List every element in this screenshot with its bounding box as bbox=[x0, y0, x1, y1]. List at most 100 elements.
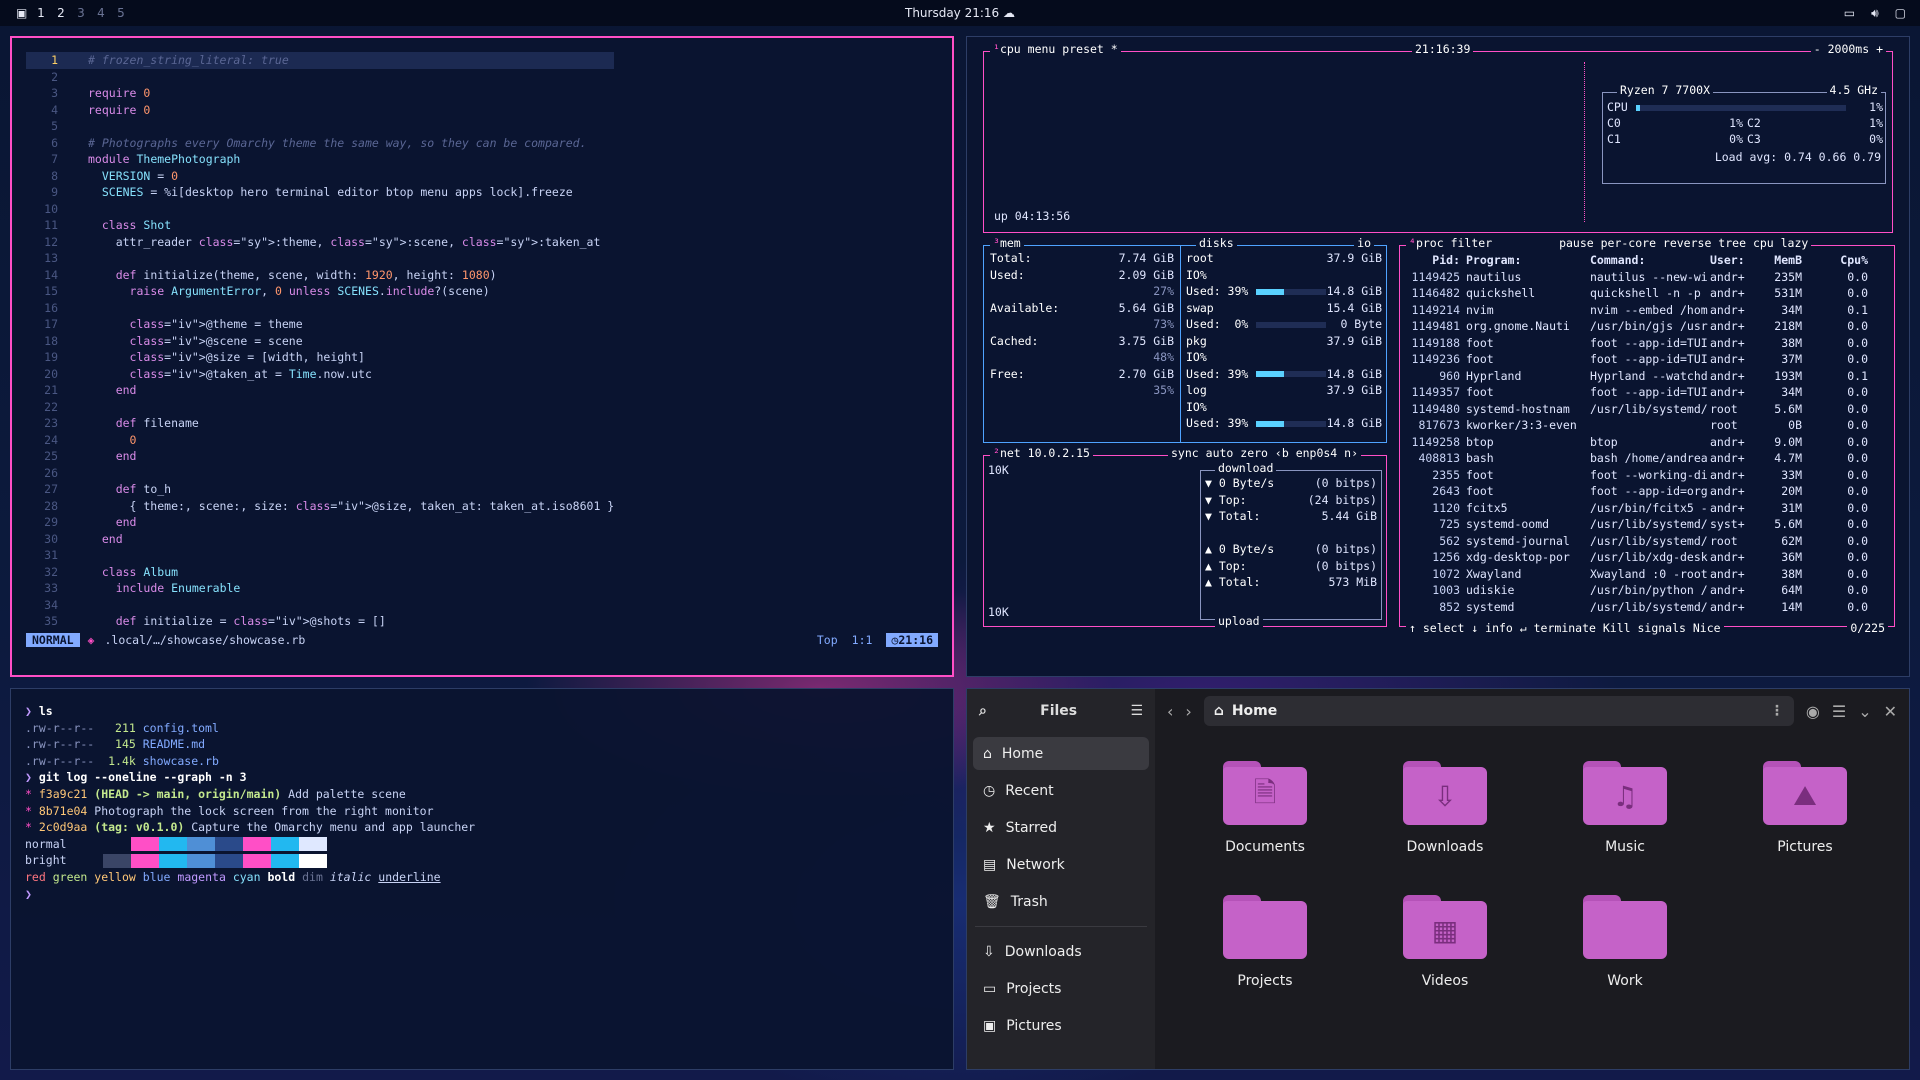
table-row[interactable]: 725 systemd-oomd/usr/lib/systemd/s syst+ 5.… bbox=[1404, 516, 1888, 533]
table-row[interactable]: 562 systemd-journal/usr/lib/systemd/s root… bbox=[1404, 533, 1888, 550]
process-table[interactable]: Pid: Program: Command: User: MemB Cpu% 1149425… bbox=[1404, 252, 1888, 615]
table-row[interactable]: 852 systemd/usr/lib/systemd/s andr+ 14M 0.0 bbox=[1404, 599, 1888, 616]
table-row[interactable]: 1149258 btop btop andr+ 9.0M 0.0 bbox=[1404, 434, 1888, 451]
code-line[interactable]: 4 require 0 bbox=[26, 102, 614, 119]
code-line[interactable]: 1 # frozen_string_literal: true bbox=[26, 52, 615, 69]
code-line[interactable]: 21 end bbox=[26, 382, 614, 399]
code-line[interactable]: 17 class="iv">@theme = theme bbox=[26, 316, 614, 333]
table-row[interactable]: 960 Hyprland Hyprland --watchdo andr+ 193M 0.… bbox=[1404, 368, 1888, 385]
code-line[interactable]: 2 bbox=[26, 69, 614, 86]
code-line[interactable]: 26 bbox=[26, 465, 614, 482]
folder-downloads[interactable]: ⇩ Downloads bbox=[1355, 761, 1535, 855]
terminal-window[interactable]: ❯ ls .rw-r--r-- 211 config.toml .rw-r--r--… bbox=[10, 688, 954, 1070]
sidebar-item-recent[interactable]: ◷ Recent bbox=[973, 774, 1149, 807]
table-row[interactable]: 1149480 systemd-hostnam/usr/lib/systemd/s… bbox=[1404, 401, 1888, 418]
table-row[interactable]: 1149214 nvim nvim --embed /home andr+ 34M 0.1 bbox=[1404, 302, 1888, 319]
search-icon[interactable]: ⌕ bbox=[979, 703, 987, 719]
location-bar[interactable]: ⌂ Home ⋮ bbox=[1203, 696, 1794, 726]
workspace-3[interactable]: 3 bbox=[76, 6, 86, 20]
app-menu-icon[interactable]: ▣ bbox=[16, 6, 27, 20]
code-line[interactable]: 19 class="iv">@size = [width, height] bbox=[26, 349, 614, 366]
code-line[interactable]: 29 end bbox=[26, 514, 614, 531]
code-line[interactable]: 8 VERSION = 0 bbox=[26, 168, 614, 185]
folder-projects[interactable]: Projects bbox=[1175, 895, 1355, 989]
table-row[interactable]: 408813 bash bash /home/andreas andr+ 4.7M 0.0 bbox=[1404, 450, 1888, 467]
folder-documents[interactable]: 🗎︎ Documents bbox=[1175, 761, 1355, 855]
sidebar-item-network[interactable]: ▤ Network bbox=[973, 848, 1149, 881]
menu-icon[interactable]: ☰ bbox=[1130, 703, 1143, 719]
bookmark-projects[interactable]: ▭ Projects bbox=[973, 972, 1149, 1005]
forward-icon[interactable]: › bbox=[1185, 702, 1191, 721]
monitor-icon[interactable]: ▢ bbox=[1895, 6, 1906, 21]
code-line[interactable]: 31 bbox=[26, 547, 614, 564]
code-line[interactable]: 32 class Album bbox=[26, 564, 614, 581]
code-line[interactable]: 10 bbox=[26, 201, 614, 218]
table-row[interactable]: 817673 kworker/3:3-even root 0B 0.0 bbox=[1404, 417, 1888, 434]
code-line[interactable]: 7 module ThemePhotograph bbox=[26, 151, 614, 168]
btop-window[interactable]: ¹cpu menu preset * 21:16:39 - 2000ms + u… bbox=[966, 36, 1910, 677]
code-line[interactable]: 15 raise ArgumentError, 0 unless SCENES.… bbox=[26, 283, 614, 300]
list-view-icon[interactable]: ☰ bbox=[1832, 702, 1846, 721]
volume-icon[interactable]: 🔊︎ bbox=[1871, 6, 1879, 21]
code-line[interactable]: 25 end bbox=[26, 448, 614, 465]
camera-icon[interactable]: ◉ bbox=[1806, 702, 1820, 721]
display-icon[interactable]: ▭ bbox=[1844, 6, 1855, 21]
folder-pictures[interactable]: ⛰︎ Pictures bbox=[1715, 761, 1895, 855]
chevron-down-icon[interactable]: ⌄ bbox=[1858, 702, 1871, 721]
code-line[interactable]: 28 { theme:, scene:, size: class="iv">@s… bbox=[26, 498, 614, 515]
code-line[interactable]: 23 def filename bbox=[26, 415, 614, 432]
code-line[interactable]: 27 def to_h bbox=[26, 481, 614, 498]
code-line[interactable]: 18 class="iv">@scene = scene bbox=[26, 333, 614, 350]
code-line[interactable]: 33 include Enumerable bbox=[26, 580, 614, 597]
folder-work[interactable]: Work bbox=[1535, 895, 1715, 989]
code-line[interactable]: 24 0 bbox=[26, 432, 614, 449]
bookmark-downloads[interactable]: ⇩ Downloads bbox=[973, 935, 1149, 968]
code-line[interactable]: 11 class Shot bbox=[26, 217, 614, 234]
workspace-4[interactable]: 4 bbox=[96, 6, 106, 20]
editor-window[interactable]: 1 # frozen_string_literal: true 2 3 require … bbox=[10, 36, 954, 677]
folder-videos[interactable]: ▦ Videos bbox=[1355, 895, 1535, 989]
table-row[interactable]: 1149236 foot foot --app-id=TUI. andr+ 37M 0.0 bbox=[1404, 351, 1888, 368]
table-row[interactable]: 1149425 nautilus nautilus --new-win andr+ 23… bbox=[1404, 269, 1888, 286]
table-row[interactable]: 1120 fcitx5/usr/bin/fcitx5 -- andr+ 31M 0.0 bbox=[1404, 500, 1888, 517]
close-icon[interactable]: ✕ bbox=[1884, 702, 1897, 721]
back-icon[interactable]: ‹ bbox=[1167, 702, 1173, 721]
workspace-2[interactable]: 2 bbox=[56, 6, 66, 20]
table-row[interactable]: 2355 foot foot --working-dir andr+ 33M 0.0 bbox=[1404, 467, 1888, 484]
code-line[interactable]: 30 end bbox=[26, 531, 614, 548]
code-line[interactable]: 6 # Photographs every Omarchy theme the s… bbox=[26, 135, 614, 152]
files-window[interactable]: ⌕ Files ☰ ⌂ Home ◷ Recent ★ Starred ▤ Networ… bbox=[966, 688, 1910, 1070]
code-line[interactable]: 9 SCENES = %i[desktop hero terminal edit… bbox=[26, 184, 614, 201]
workspace-1[interactable]: 1 bbox=[36, 6, 46, 20]
io-toggle[interactable]: io bbox=[1354, 236, 1374, 250]
more-icon[interactable]: ⋮ bbox=[1770, 703, 1784, 719]
clock-text[interactable]: Thursday 21:16 bbox=[905, 6, 999, 20]
terminal-output[interactable]: ❯ ls .rw-r--r-- 211 config.toml .rw-r--r--… bbox=[25, 703, 475, 902]
table-row[interactable]: 1146482 quickshell quickshell -n -p / andr+… bbox=[1404, 285, 1888, 302]
code-line[interactable]: 14 def initialize(theme, scene, width: 1… bbox=[26, 267, 614, 284]
table-row[interactable]: 1149481 org.gnome.Nauti/usr/bin/gjs /usr/… bbox=[1404, 318, 1888, 335]
net-options[interactable]: sync auto zero ‹b enp0s4 n› bbox=[1168, 446, 1362, 460]
code-line[interactable]: 16 bbox=[26, 300, 614, 317]
table-row[interactable]: 1072 Xwayland Xwayland :0 -rootl andr+ 38M 0.… bbox=[1404, 566, 1888, 583]
table-row[interactable]: 2643 foot foot --app-id=org. andr+ 20M 0.0 bbox=[1404, 483, 1888, 500]
code-line[interactable]: 3 require 0 bbox=[26, 85, 614, 102]
table-row[interactable]: 1256 xdg-desktop-por/usr/lib/xdg-deskt and… bbox=[1404, 549, 1888, 566]
code-line[interactable]: 20 class="iv">@taken_at = Time .now.utc bbox=[26, 366, 614, 383]
code-line[interactable]: 34 bbox=[26, 597, 614, 614]
table-row[interactable]: 1149357 foot foot --app-id=TUI. andr+ 34M 0.0 bbox=[1404, 384, 1888, 401]
workspace-5[interactable]: 5 bbox=[116, 6, 126, 20]
sidebar-item-trash[interactable]: 🗑︎ Trash bbox=[973, 885, 1149, 918]
folder-music[interactable]: ♫ Music bbox=[1535, 761, 1715, 855]
sidebar-item-home[interactable]: ⌂ Home bbox=[973, 737, 1149, 770]
table-row[interactable]: 1003 udiskie/usr/bin/python /u andr+ 64M 0.0 bbox=[1404, 582, 1888, 599]
sidebar-item-starred[interactable]: ★ Starred bbox=[973, 811, 1149, 844]
table-row[interactable]: 1149188 foot foot --app-id=TUI. andr+ 38M 0.0 bbox=[1404, 335, 1888, 352]
code-line[interactable]: 5 bbox=[26, 118, 614, 135]
bookmark-pictures[interactable]: ▣ Pictures bbox=[973, 1009, 1149, 1042]
code-line[interactable]: 12 attr_reader class="sy">:theme, class =… bbox=[26, 234, 614, 251]
code-line[interactable]: 35 def initialize = class="iv">@shots = … bbox=[26, 613, 614, 630]
code-line[interactable]: 13 bbox=[26, 250, 614, 267]
code-line[interactable]: 22 bbox=[26, 399, 614, 416]
code-buffer[interactable]: 1 # frozen_string_literal: true 2 3 require … bbox=[26, 52, 615, 630]
